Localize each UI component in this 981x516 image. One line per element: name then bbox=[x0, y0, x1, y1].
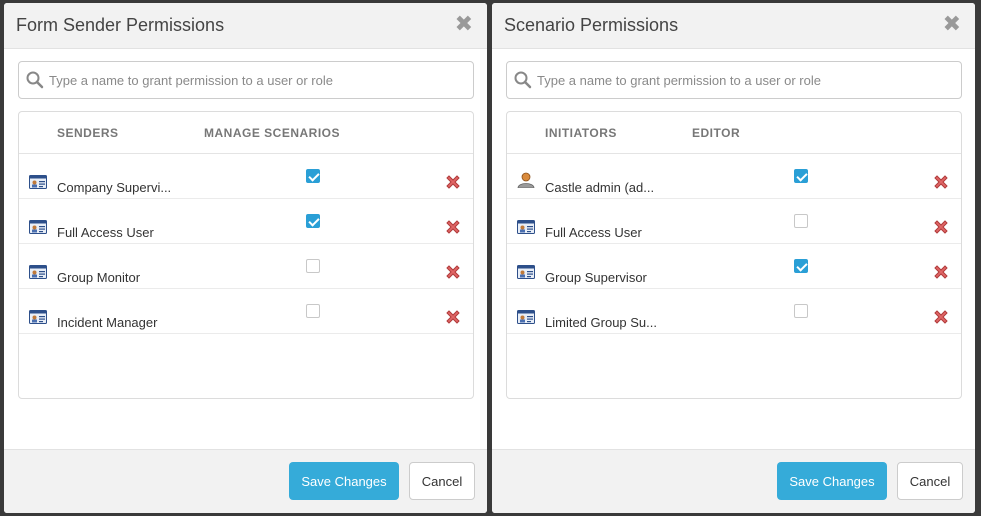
close-icon[interactable]: ✖ bbox=[943, 14, 961, 36]
permission-checkbox[interactable] bbox=[794, 214, 808, 228]
remove-icon[interactable] bbox=[932, 218, 950, 236]
dialog-title: Form Sender Permissions bbox=[16, 15, 225, 35]
table-header: INITIATORS EDITOR bbox=[507, 112, 961, 154]
table-row: Incident Manager bbox=[19, 289, 473, 334]
role-card-icon bbox=[29, 220, 47, 234]
dialog-footer: Save Changes Cancel bbox=[492, 449, 975, 513]
search-box bbox=[18, 61, 474, 99]
table-body: Company Supervi... Full Access User Group … bbox=[19, 154, 473, 334]
save-changes-button[interactable]: Save Changes bbox=[777, 462, 887, 500]
table-row: Full Access User bbox=[507, 199, 961, 244]
remove-icon[interactable] bbox=[932, 173, 950, 191]
row-label: Full Access User bbox=[545, 225, 642, 240]
table-header: SENDERS MANAGE SCENARIOS bbox=[19, 112, 473, 154]
dialog-header: Scenario Permissions ✖ bbox=[492, 3, 975, 49]
save-changes-button[interactable]: Save Changes bbox=[289, 462, 399, 500]
search-input[interactable] bbox=[49, 62, 469, 98]
permissions-table: INITIATORS EDITOR Castle admin (ad... Ful… bbox=[506, 111, 962, 399]
permission-checkbox[interactable] bbox=[794, 169, 808, 183]
column-header-senders: SENDERS bbox=[57, 126, 119, 140]
dialog-title: Scenario Permissions bbox=[504, 15, 679, 35]
permission-checkbox[interactable] bbox=[306, 169, 320, 183]
table-row: Company Supervi... bbox=[19, 154, 473, 199]
role-card-icon bbox=[29, 175, 47, 189]
table-row: Full Access User bbox=[19, 199, 473, 244]
user-icon bbox=[517, 172, 535, 189]
role-card-icon bbox=[517, 310, 535, 324]
remove-icon[interactable] bbox=[444, 218, 462, 236]
cancel-button[interactable]: Cancel bbox=[409, 462, 475, 500]
close-icon[interactable]: ✖ bbox=[455, 14, 473, 36]
column-header-editor: EDITOR bbox=[692, 126, 741, 140]
permission-checkbox[interactable] bbox=[306, 304, 320, 318]
search-icon bbox=[26, 71, 44, 89]
permission-checkbox[interactable] bbox=[794, 259, 808, 273]
table-body: Castle admin (ad... Full Access User Group… bbox=[507, 154, 961, 334]
table-row: Limited Group Su... bbox=[507, 289, 961, 334]
role-card-icon bbox=[517, 220, 535, 234]
permissions-table: SENDERS MANAGE SCENARIOS Company Supervi… bbox=[18, 111, 474, 399]
search-box bbox=[506, 61, 962, 99]
dialog-footer: Save Changes Cancel bbox=[4, 449, 487, 513]
remove-icon[interactable] bbox=[444, 263, 462, 281]
role-card-icon bbox=[29, 310, 47, 324]
role-card-icon bbox=[517, 265, 535, 279]
row-label: Limited Group Su... bbox=[545, 315, 657, 330]
permission-checkbox[interactable] bbox=[306, 214, 320, 228]
row-label: Group Supervisor bbox=[545, 270, 647, 285]
search-input[interactable] bbox=[537, 62, 957, 98]
table-row: Group Monitor bbox=[19, 244, 473, 289]
form-sender-permissions-dialog: Form Sender Permissions ✖ SENDERS MANAGE… bbox=[4, 3, 487, 513]
row-label: Company Supervi... bbox=[57, 180, 172, 195]
dialog-header: Form Sender Permissions ✖ bbox=[4, 3, 487, 49]
remove-icon[interactable] bbox=[444, 173, 462, 191]
remove-icon[interactable] bbox=[932, 263, 950, 281]
row-label: Incident Manager bbox=[57, 315, 158, 330]
row-label: Castle admin (ad... bbox=[545, 180, 655, 195]
column-header-initiators: INITIATORS bbox=[545, 126, 617, 140]
table-row: Castle admin (ad... bbox=[507, 154, 961, 199]
cancel-button[interactable]: Cancel bbox=[897, 462, 963, 500]
role-card-icon bbox=[29, 265, 47, 279]
search-icon bbox=[514, 71, 532, 89]
table-row: Group Supervisor bbox=[507, 244, 961, 289]
column-header-manage-scenarios: MANAGE SCENARIOS bbox=[204, 126, 341, 140]
remove-icon[interactable] bbox=[444, 308, 462, 326]
remove-icon[interactable] bbox=[932, 308, 950, 326]
permission-checkbox[interactable] bbox=[306, 259, 320, 273]
scenario-permissions-dialog: Scenario Permissions ✖ INITIATORS EDITOR… bbox=[492, 3, 975, 513]
row-label: Full Access User bbox=[57, 225, 154, 240]
row-label: Group Monitor bbox=[57, 270, 141, 285]
permission-checkbox[interactable] bbox=[794, 304, 808, 318]
